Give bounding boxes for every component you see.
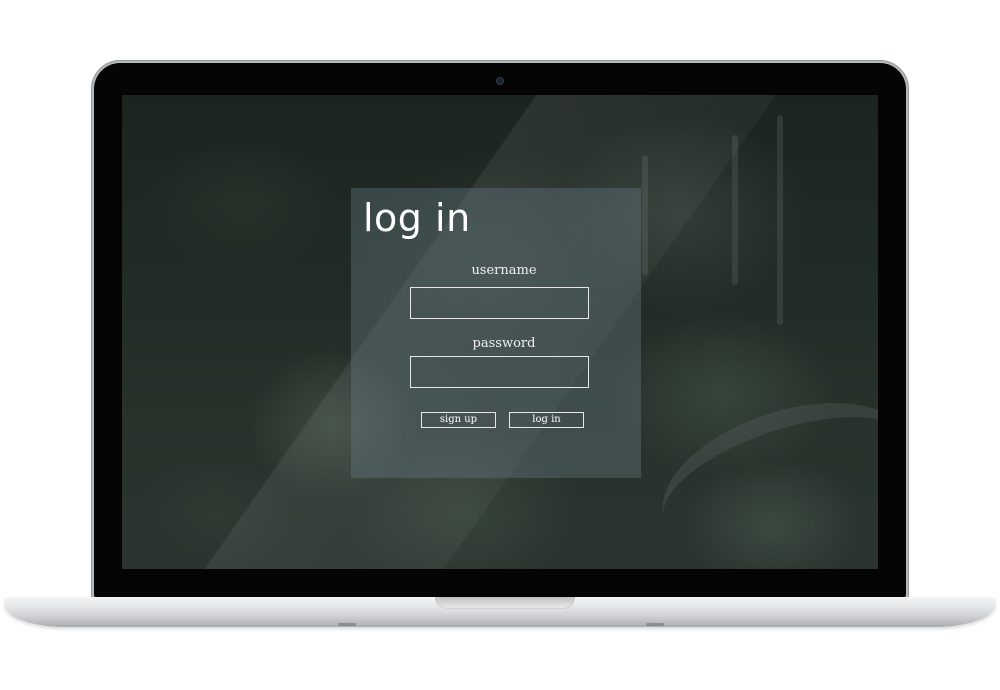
login-panel: log in username password sign up log in xyxy=(351,188,641,478)
tree-trunk xyxy=(777,115,783,325)
laptop-base xyxy=(5,597,995,627)
laptop-foot xyxy=(646,623,664,626)
laptop-notch xyxy=(435,597,575,609)
laptop-foot xyxy=(338,623,356,626)
username-label: username xyxy=(471,263,537,278)
screen: log in username password sign up log in xyxy=(122,95,878,569)
page-title: log in xyxy=(363,196,471,240)
password-input[interactable] xyxy=(410,356,589,388)
tree-trunk xyxy=(732,135,738,285)
tree-trunk xyxy=(642,155,648,275)
username-input[interactable] xyxy=(410,287,589,319)
webcam-icon xyxy=(497,78,503,84)
sign-up-button[interactable]: sign up xyxy=(421,412,496,428)
forest-path xyxy=(643,374,878,569)
log-in-button[interactable]: log in xyxy=(509,412,584,428)
password-label: password xyxy=(472,336,536,351)
